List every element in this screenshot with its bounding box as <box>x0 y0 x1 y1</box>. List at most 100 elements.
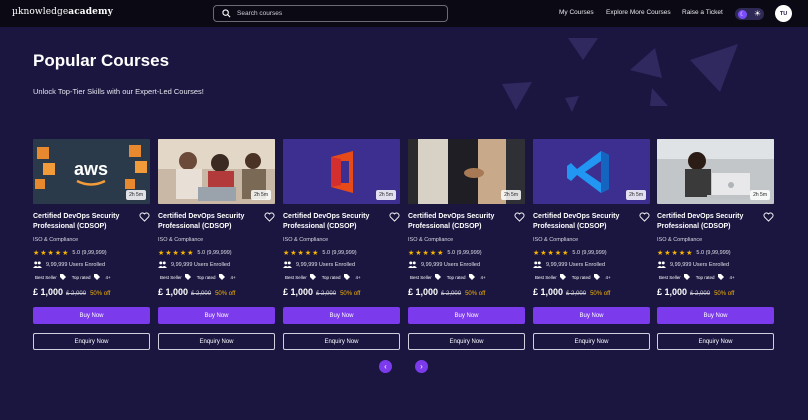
enquiry-now-button[interactable]: Enquiry Now <box>657 333 774 350</box>
duration-badge: 2h 5m <box>626 190 646 200</box>
course-title[interactable]: Certified DevOps Security Professional (… <box>657 212 763 232</box>
users-icon <box>33 261 42 268</box>
heart-icon[interactable] <box>389 212 400 222</box>
badge-more: 4+ <box>230 274 236 280</box>
enquiry-now-button[interactable]: Enquiry Now <box>533 333 650 350</box>
original-price: £ 2,000 <box>690 291 711 297</box>
buy-now-button[interactable]: Buy Now <box>33 307 150 324</box>
course-title[interactable]: Certified DevOps Security Professional (… <box>533 212 639 232</box>
enrolled-text: 9,99,999 Users Enrolled <box>421 261 481 268</box>
badge-best-seller: Best Seller <box>659 274 681 280</box>
current-price: £ 1,000 <box>283 287 314 297</box>
course-thumbnail[interactable]: 2h 5m <box>657 139 774 204</box>
course-title[interactable]: Certified DevOps Security Professional (… <box>283 212 389 232</box>
course-card[interactable]: 2h 5m Certified DevOps Security Professio… <box>533 139 650 351</box>
star-rating-icon: ★★★★★ <box>657 250 694 257</box>
enrolled-count: 9,99,999 Users Enrolled <box>408 261 480 268</box>
buy-now-button[interactable]: Buy Now <box>408 307 525 324</box>
original-price: £ 2,000 <box>66 291 87 297</box>
heart-icon[interactable] <box>763 212 774 222</box>
rating-text: 5.0 (9,99,999) <box>447 250 482 256</box>
rating-text: 5.0 (9,99,999) <box>572 250 607 256</box>
heart-icon[interactable] <box>264 212 275 222</box>
nav-my-courses[interactable]: My Courses <box>559 9 594 16</box>
course-card[interactable]: 2h 5m Certified DevOps Security Professio… <box>158 139 275 351</box>
users-icon <box>283 261 292 268</box>
course-thumbnail[interactable]: 2h 5m <box>283 139 400 204</box>
carousel-prev-button[interactable]: ‹ <box>379 360 392 373</box>
star-rating-icon: ★★★★★ <box>283 250 320 257</box>
enquiry-now-button[interactable]: Enquiry Now <box>283 333 400 350</box>
badge-more: 4+ <box>480 274 486 280</box>
buy-now-button[interactable]: Buy Now <box>283 307 400 324</box>
rating-text: 5.0 (9,99,999) <box>322 250 357 256</box>
original-price: £ 2,000 <box>441 291 462 297</box>
avatar[interactable]: TU <box>775 5 792 22</box>
search-box[interactable] <box>213 5 448 22</box>
tag-icon <box>309 274 316 280</box>
course-card[interactable]: aws 2h 5m Certified DevOps Security Profes… <box>33 139 150 351</box>
rating-text: 5.0 (9,99,999) <box>696 250 731 256</box>
course-thumbnail[interactable]: 2h 5m <box>533 139 650 204</box>
tag-icon <box>717 274 724 280</box>
enrolled-count: 9,99,999 Users Enrolled <box>158 261 230 268</box>
moon-icon: ☾ <box>738 9 747 19</box>
rating-text: 5.0 (9,99,999) <box>197 250 232 256</box>
course-price: £ 1,000 £ 2,000 50% off <box>283 287 360 297</box>
theme-toggle[interactable]: ☾ ☀ <box>735 8 764 20</box>
search-icon <box>222 9 231 18</box>
carousel-next-button[interactable]: › <box>415 360 428 373</box>
nav-explore-courses[interactable]: Explore More Courses <box>606 9 671 16</box>
badge-top-rated: Top rated <box>446 274 466 280</box>
enrolled-count: 9,99,999 Users Enrolled <box>33 261 105 268</box>
course-thumbnail[interactable]: aws 2h 5m <box>33 139 150 204</box>
duration-badge: 2h 5m <box>126 190 146 200</box>
enquiry-now-button[interactable]: Enquiry Now <box>158 333 275 350</box>
duration-badge: 2h 5m <box>750 190 770 200</box>
course-card[interactable]: 2h 5m Certified DevOps Security Professio… <box>408 139 525 351</box>
top-bar: µknowledgeacademy My Courses Explore Mor… <box>0 0 808 27</box>
heart-icon[interactable] <box>639 212 650 222</box>
current-price: £ 1,000 <box>408 287 439 297</box>
course-price: £ 1,000 £ 2,000 50% off <box>533 287 610 297</box>
search-input[interactable] <box>237 10 437 17</box>
heart-icon[interactable] <box>514 212 525 222</box>
course-card[interactable]: 2h 5m Certified DevOps Security Professio… <box>657 139 774 351</box>
course-badges: Best Seller Top rated 4+ <box>535 274 611 280</box>
buy-now-button[interactable]: Buy Now <box>533 307 650 324</box>
logo-bold: academy <box>68 7 113 17</box>
enrolled-text: 9,99,999 Users Enrolled <box>171 261 231 268</box>
course-card[interactable]: 2h 5m Certified DevOps Security Professio… <box>283 139 400 351</box>
course-thumbnail[interactable]: 2h 5m <box>158 139 275 204</box>
course-title[interactable]: Certified DevOps Security Professional (… <box>158 212 264 232</box>
course-title[interactable]: Certified DevOps Security Professional (… <box>33 212 139 232</box>
enrolled-count: 9,99,999 Users Enrolled <box>657 261 729 268</box>
buy-now-button[interactable]: Buy Now <box>158 307 275 324</box>
discount-label: 50% off <box>714 291 735 297</box>
enquiry-now-button[interactable]: Enquiry Now <box>33 333 150 350</box>
course-thumbnail[interactable]: 2h 5m <box>408 139 525 204</box>
star-rating-icon: ★★★★★ <box>33 250 70 257</box>
enquiry-now-button[interactable]: Enquiry Now <box>408 333 525 350</box>
duration-badge: 2h 5m <box>501 190 521 200</box>
tag-icon <box>184 274 191 280</box>
tag-icon <box>683 274 690 280</box>
buy-now-button[interactable]: Buy Now <box>657 307 774 324</box>
badge-more: 4+ <box>355 274 361 280</box>
badge-top-rated: Top rated <box>71 274 91 280</box>
badge-best-seller: Best Seller <box>35 274 57 280</box>
badge-top-rated: Top rated <box>571 274 591 280</box>
logo[interactable]: µknowledgeacademy <box>12 7 113 17</box>
enrolled-count: 9,99,999 Users Enrolled <box>533 261 605 268</box>
nav-raise-ticket[interactable]: Raise a Ticket <box>682 9 723 16</box>
course-category: ISO & Compliance <box>158 237 204 243</box>
course-title[interactable]: Certified DevOps Security Professional (… <box>408 212 514 232</box>
current-price: £ 1,000 <box>33 287 64 297</box>
discount-label: 50% off <box>90 291 111 297</box>
tag-icon <box>343 274 350 280</box>
course-badges: Best Seller Top rated 4+ <box>35 274 111 280</box>
course-rating: ★★★★★ 5.0 (9,99,999) <box>33 249 107 257</box>
enrolled-text: 9,99,999 Users Enrolled <box>296 261 356 268</box>
heart-icon[interactable] <box>139 212 150 222</box>
tag-icon <box>593 274 600 280</box>
